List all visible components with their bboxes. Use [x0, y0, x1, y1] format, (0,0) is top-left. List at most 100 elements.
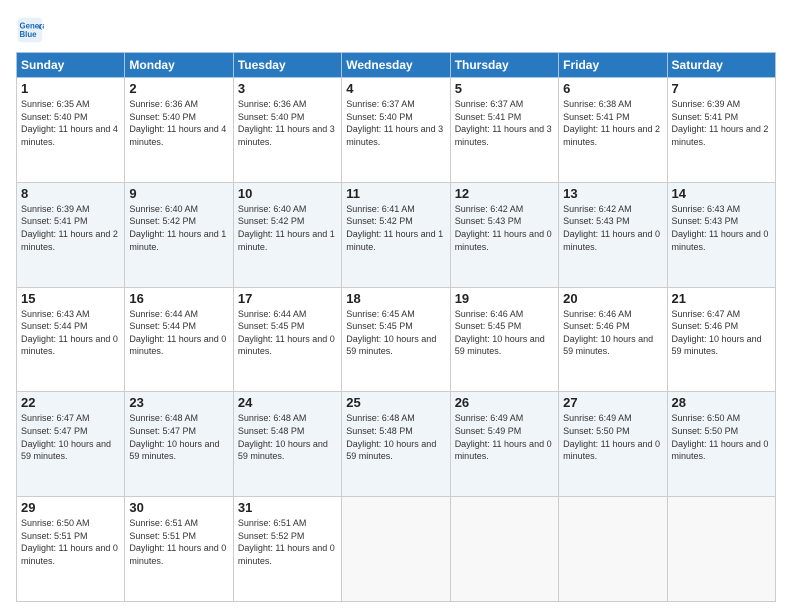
day-number: 25	[346, 395, 445, 410]
calendar-cell	[667, 497, 775, 602]
calendar-cell: 19 Sunrise: 6:46 AMSunset: 5:45 PMDaylig…	[450, 287, 558, 392]
day-info: Sunrise: 6:51 AMSunset: 5:51 PMDaylight:…	[129, 518, 226, 566]
day-info: Sunrise: 6:47 AMSunset: 5:47 PMDaylight:…	[21, 413, 111, 461]
logo-icon: General Blue	[16, 16, 44, 44]
day-info: Sunrise: 6:40 AMSunset: 5:42 PMDaylight:…	[238, 204, 335, 252]
day-info: Sunrise: 6:51 AMSunset: 5:52 PMDaylight:…	[238, 518, 335, 566]
calendar-table: SundayMondayTuesdayWednesdayThursdayFrid…	[16, 52, 776, 602]
day-number: 8	[21, 186, 120, 201]
calendar-cell: 8 Sunrise: 6:39 AMSunset: 5:41 PMDayligh…	[17, 182, 125, 287]
day-number: 20	[563, 291, 662, 306]
calendar-cell: 13 Sunrise: 6:42 AMSunset: 5:43 PMDaylig…	[559, 182, 667, 287]
header: General Blue	[16, 16, 776, 44]
day-info: Sunrise: 6:39 AMSunset: 5:41 PMDaylight:…	[21, 204, 118, 252]
calendar-cell: 2 Sunrise: 6:36 AMSunset: 5:40 PMDayligh…	[125, 78, 233, 183]
calendar-cell: 29 Sunrise: 6:50 AMSunset: 5:51 PMDaylig…	[17, 497, 125, 602]
day-info: Sunrise: 6:43 AMSunset: 5:44 PMDaylight:…	[21, 309, 118, 357]
day-info: Sunrise: 6:41 AMSunset: 5:42 PMDaylight:…	[346, 204, 443, 252]
calendar-week-row: 1 Sunrise: 6:35 AMSunset: 5:40 PMDayligh…	[17, 78, 776, 183]
day-info: Sunrise: 6:49 AMSunset: 5:50 PMDaylight:…	[563, 413, 660, 461]
day-number: 27	[563, 395, 662, 410]
day-info: Sunrise: 6:45 AMSunset: 5:45 PMDaylight:…	[346, 309, 436, 357]
calendar-day-header: Thursday	[450, 53, 558, 78]
calendar-header-row: SundayMondayTuesdayWednesdayThursdayFrid…	[17, 53, 776, 78]
day-number: 21	[672, 291, 771, 306]
calendar-cell: 4 Sunrise: 6:37 AMSunset: 5:40 PMDayligh…	[342, 78, 450, 183]
day-number: 7	[672, 81, 771, 96]
day-number: 13	[563, 186, 662, 201]
day-info: Sunrise: 6:36 AMSunset: 5:40 PMDaylight:…	[238, 99, 335, 147]
calendar-cell: 22 Sunrise: 6:47 AMSunset: 5:47 PMDaylig…	[17, 392, 125, 497]
calendar-cell: 9 Sunrise: 6:40 AMSunset: 5:42 PMDayligh…	[125, 182, 233, 287]
day-number: 23	[129, 395, 228, 410]
calendar-cell: 30 Sunrise: 6:51 AMSunset: 5:51 PMDaylig…	[125, 497, 233, 602]
calendar-cell: 21 Sunrise: 6:47 AMSunset: 5:46 PMDaylig…	[667, 287, 775, 392]
calendar-cell: 11 Sunrise: 6:41 AMSunset: 5:42 PMDaylig…	[342, 182, 450, 287]
day-info: Sunrise: 6:48 AMSunset: 5:48 PMDaylight:…	[346, 413, 436, 461]
day-number: 31	[238, 500, 337, 515]
calendar-day-header: Wednesday	[342, 53, 450, 78]
calendar-day-header: Monday	[125, 53, 233, 78]
calendar-cell: 12 Sunrise: 6:42 AMSunset: 5:43 PMDaylig…	[450, 182, 558, 287]
calendar-day-header: Saturday	[667, 53, 775, 78]
svg-text:Blue: Blue	[20, 30, 38, 39]
day-number: 4	[346, 81, 445, 96]
day-info: Sunrise: 6:47 AMSunset: 5:46 PMDaylight:…	[672, 309, 762, 357]
logo: General Blue	[16, 16, 48, 44]
calendar-week-row: 8 Sunrise: 6:39 AMSunset: 5:41 PMDayligh…	[17, 182, 776, 287]
calendar-cell: 24 Sunrise: 6:48 AMSunset: 5:48 PMDaylig…	[233, 392, 341, 497]
day-number: 18	[346, 291, 445, 306]
calendar-cell: 27 Sunrise: 6:49 AMSunset: 5:50 PMDaylig…	[559, 392, 667, 497]
calendar-cell: 15 Sunrise: 6:43 AMSunset: 5:44 PMDaylig…	[17, 287, 125, 392]
calendar-day-header: Sunday	[17, 53, 125, 78]
day-info: Sunrise: 6:42 AMSunset: 5:43 PMDaylight:…	[563, 204, 660, 252]
day-info: Sunrise: 6:46 AMSunset: 5:45 PMDaylight:…	[455, 309, 545, 357]
day-info: Sunrise: 6:40 AMSunset: 5:42 PMDaylight:…	[129, 204, 226, 252]
calendar-cell: 14 Sunrise: 6:43 AMSunset: 5:43 PMDaylig…	[667, 182, 775, 287]
day-number: 6	[563, 81, 662, 96]
day-info: Sunrise: 6:37 AMSunset: 5:40 PMDaylight:…	[346, 99, 443, 147]
day-info: Sunrise: 6:48 AMSunset: 5:47 PMDaylight:…	[129, 413, 219, 461]
calendar-week-row: 15 Sunrise: 6:43 AMSunset: 5:44 PMDaylig…	[17, 287, 776, 392]
day-number: 5	[455, 81, 554, 96]
day-number: 16	[129, 291, 228, 306]
day-info: Sunrise: 6:37 AMSunset: 5:41 PMDaylight:…	[455, 99, 552, 147]
calendar-cell	[559, 497, 667, 602]
day-number: 11	[346, 186, 445, 201]
calendar-cell: 26 Sunrise: 6:49 AMSunset: 5:49 PMDaylig…	[450, 392, 558, 497]
calendar-cell: 23 Sunrise: 6:48 AMSunset: 5:47 PMDaylig…	[125, 392, 233, 497]
calendar-cell: 28 Sunrise: 6:50 AMSunset: 5:50 PMDaylig…	[667, 392, 775, 497]
day-number: 17	[238, 291, 337, 306]
day-number: 29	[21, 500, 120, 515]
day-number: 10	[238, 186, 337, 201]
day-info: Sunrise: 6:36 AMSunset: 5:40 PMDaylight:…	[129, 99, 226, 147]
day-info: Sunrise: 6:38 AMSunset: 5:41 PMDaylight:…	[563, 99, 660, 147]
calendar-cell: 7 Sunrise: 6:39 AMSunset: 5:41 PMDayligh…	[667, 78, 775, 183]
day-info: Sunrise: 6:50 AMSunset: 5:51 PMDaylight:…	[21, 518, 118, 566]
calendar-cell: 10 Sunrise: 6:40 AMSunset: 5:42 PMDaylig…	[233, 182, 341, 287]
day-number: 1	[21, 81, 120, 96]
calendar-cell: 25 Sunrise: 6:48 AMSunset: 5:48 PMDaylig…	[342, 392, 450, 497]
day-number: 19	[455, 291, 554, 306]
calendar-cell	[450, 497, 558, 602]
day-info: Sunrise: 6:44 AMSunset: 5:45 PMDaylight:…	[238, 309, 335, 357]
day-info: Sunrise: 6:46 AMSunset: 5:46 PMDaylight:…	[563, 309, 653, 357]
calendar-cell: 3 Sunrise: 6:36 AMSunset: 5:40 PMDayligh…	[233, 78, 341, 183]
day-info: Sunrise: 6:49 AMSunset: 5:49 PMDaylight:…	[455, 413, 552, 461]
day-info: Sunrise: 6:44 AMSunset: 5:44 PMDaylight:…	[129, 309, 226, 357]
calendar-week-row: 29 Sunrise: 6:50 AMSunset: 5:51 PMDaylig…	[17, 497, 776, 602]
calendar-day-header: Tuesday	[233, 53, 341, 78]
day-info: Sunrise: 6:48 AMSunset: 5:48 PMDaylight:…	[238, 413, 328, 461]
day-number: 15	[21, 291, 120, 306]
day-number: 12	[455, 186, 554, 201]
day-number: 2	[129, 81, 228, 96]
day-info: Sunrise: 6:39 AMSunset: 5:41 PMDaylight:…	[672, 99, 769, 147]
calendar-week-row: 22 Sunrise: 6:47 AMSunset: 5:47 PMDaylig…	[17, 392, 776, 497]
day-number: 22	[21, 395, 120, 410]
day-info: Sunrise: 6:50 AMSunset: 5:50 PMDaylight:…	[672, 413, 769, 461]
day-info: Sunrise: 6:43 AMSunset: 5:43 PMDaylight:…	[672, 204, 769, 252]
day-number: 30	[129, 500, 228, 515]
calendar-cell: 5 Sunrise: 6:37 AMSunset: 5:41 PMDayligh…	[450, 78, 558, 183]
day-number: 9	[129, 186, 228, 201]
day-number: 3	[238, 81, 337, 96]
